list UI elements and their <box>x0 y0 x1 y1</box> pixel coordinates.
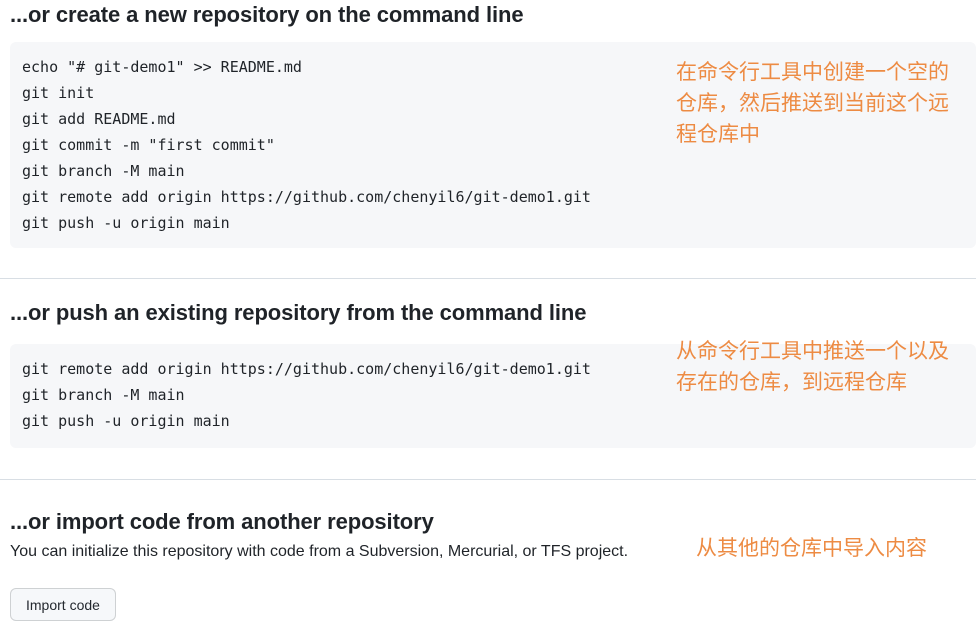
code-line: git push -u origin main <box>22 214 230 232</box>
annotation-import-code: 从其他的仓库中导入内容 <box>696 536 927 560</box>
push-existing-repository-heading: ...or push an existing repository from t… <box>10 300 587 325</box>
annotation-push-existing-repository: 从命令行工具中推送一个以及存在的仓库，到远程仓库 <box>676 339 949 394</box>
section-divider <box>0 278 976 279</box>
section-divider <box>0 479 976 480</box>
annotation-create-new-repository: 在命令行工具中创建一个空的仓库，然后推送到当前这个远程仓库中 <box>676 60 949 146</box>
code-line: git remote add origin https://github.com… <box>22 188 591 206</box>
create-new-repository-section: ...or create a new repository on the com… <box>0 0 976 248</box>
code-line: git branch -M main <box>22 162 185 180</box>
import-code-button[interactable]: Import code <box>10 588 116 621</box>
create-new-repository-heading: ...or create a new repository on the com… <box>10 2 524 27</box>
repository-setup-page: ...or create a new repository on the com… <box>0 0 976 631</box>
push-existing-repository-section: ...or push an existing repository from t… <box>0 298 976 448</box>
code-line: git push -u origin main <box>22 412 230 430</box>
